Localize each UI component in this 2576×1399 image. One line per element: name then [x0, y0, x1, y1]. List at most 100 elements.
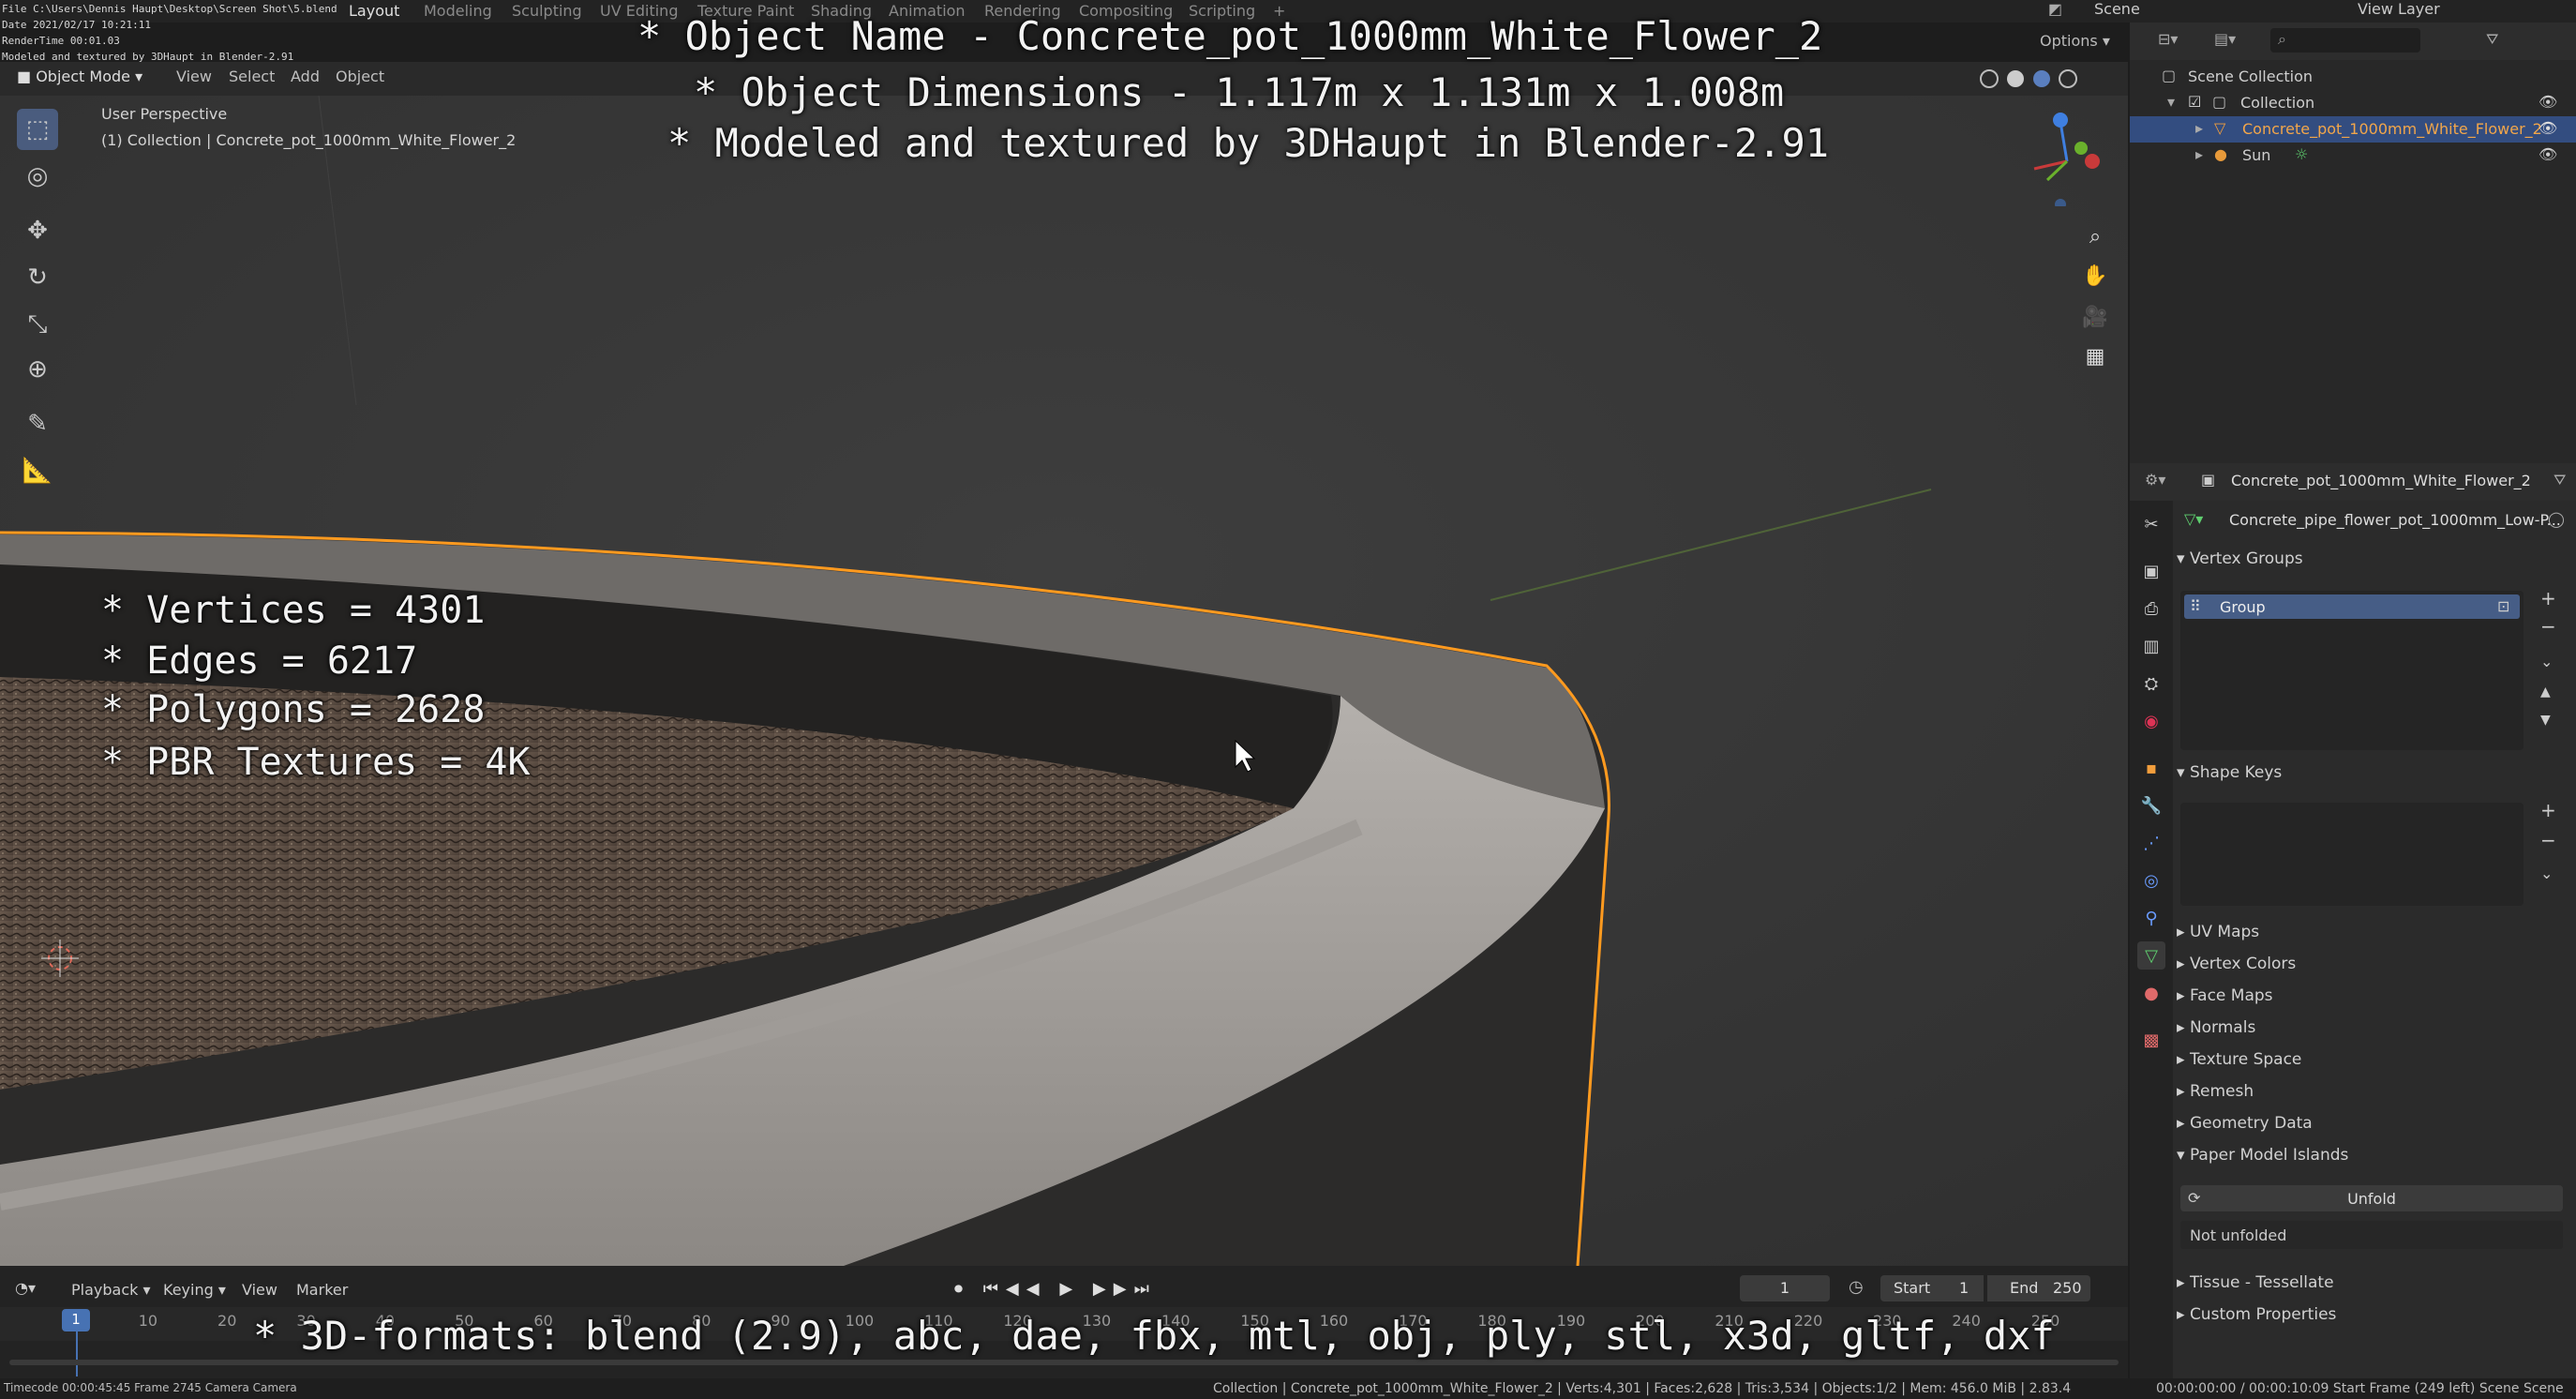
view-layer-selector[interactable]: View Layer	[2358, 0, 2440, 18]
scale-icon[interactable]: ⤡	[17, 304, 58, 345]
physics-tab-icon[interactable]: ◎	[2137, 866, 2165, 895]
playhead-line[interactable]	[76, 1331, 78, 1376]
visibility-eye-icon[interactable]: 👁	[2539, 145, 2557, 163]
keying-menu[interactable]: Keying ▾	[163, 1281, 226, 1299]
filter-icon[interactable]: ⛛	[2486, 30, 2498, 49]
shape-key-list[interactable]	[2180, 803, 2524, 906]
remove-shape-key-button[interactable]: −	[2540, 829, 2556, 851]
outliner-row-collection[interactable]: ▾ ☑ ▢ Collection 👁	[2130, 90, 2576, 116]
options-dropdown[interactable]: Options ▾	[2040, 32, 2110, 50]
properties-editor-icon[interactable]: ⚙▾	[2145, 471, 2165, 489]
section-geometry-data[interactable]: ▸ Geometry Data	[2177, 1114, 2313, 1133]
expand-arrow-icon[interactable]: ▾	[2167, 93, 2175, 111]
menu-select[interactable]: Select	[229, 68, 275, 85]
rotate-icon[interactable]: ↻	[17, 257, 58, 298]
outliner-search-input[interactable]: ⌕	[2270, 28, 2420, 53]
annotate-icon[interactable]: ✎	[17, 403, 58, 444]
shape-key-menu-icon[interactable]: ⌄	[2540, 865, 2553, 882]
playback-controls[interactable]: ⏺ ⏮◀◀ ▶ ▶▶⏭	[954, 1279, 1157, 1299]
outliner-row-object[interactable]: ▸ ▽ Concrete_pot_1000mm_White_Flower_2 👁	[2130, 116, 2576, 143]
section-texture-space[interactable]: ▸ Texture Space	[2177, 1050, 2301, 1069]
mesh-data-tab-icon[interactable]: ▽	[2137, 941, 2165, 970]
render-tab-icon[interactable]: ▣	[2137, 557, 2165, 585]
scene-selector[interactable]: Scene	[2094, 0, 2140, 18]
shading-buttons[interactable]	[1978, 68, 2119, 90]
visibility-eye-icon[interactable]: 👁	[2539, 119, 2557, 137]
timeline-scrollbar[interactable]	[9, 1360, 2119, 1365]
end-frame-field[interactable]: End 250	[1987, 1275, 2090, 1301]
constraints-tab-icon[interactable]: ⚲	[2137, 904, 2165, 932]
mesh-name-field[interactable]: Concrete_pipe_flower_pot_1000mm_Low-P...	[2229, 511, 2561, 529]
vertex-group-item[interactable]: ⠿ Group ⊡	[2184, 594, 2520, 619]
expand-arrow-icon[interactable]: ▸	[2195, 119, 2203, 137]
outliner-row-sun[interactable]: ▸ ● Sun ☼ 👁	[2130, 143, 2576, 169]
playback-menu[interactable]: Playback ▾	[71, 1281, 151, 1299]
section-vertex-colors[interactable]: ▸ Vertex Colors	[2177, 955, 2296, 973]
start-frame-field[interactable]: Start 1	[1880, 1275, 1984, 1301]
material-tab-icon[interactable]: ●	[2137, 979, 2165, 1007]
unfold-button[interactable]: ⟳ Unfold	[2180, 1185, 2563, 1211]
camera-view-icon[interactable]: 🎥	[2076, 298, 2114, 336]
workspace-tab-sculpting[interactable]: Sculpting	[512, 2, 582, 20]
mesh-datablock-row[interactable]: ▽▾ Concrete_pipe_flower_pot_1000mm_Low-P…	[2180, 506, 2570, 533]
menu-view[interactable]: View	[176, 68, 212, 85]
modifier-tab-icon[interactable]: 🔧	[2137, 791, 2165, 820]
fake-user-icon[interactable]: ◯	[2548, 510, 2565, 528]
status-left: Timecode 00:00:45:45 Frame 2745 Camera C…	[4, 1381, 297, 1394]
lock-icon[interactable]: ⊡	[2497, 597, 2509, 615]
expand-arrow-icon[interactable]: ▸	[2195, 145, 2203, 163]
move-up-icon[interactable]: ▲	[2540, 684, 2551, 700]
add-vertex-group-button[interactable]: +	[2540, 587, 2556, 609]
object-tab-icon[interactable]: ▪	[2137, 754, 2165, 782]
checkbox-icon[interactable]: ☑	[2188, 93, 2201, 111]
specials-menu-icon[interactable]: ⌄	[2540, 653, 2553, 670]
timeline-view-menu[interactable]: View	[242, 1281, 277, 1299]
cursor-icon[interactable]: ◎	[17, 156, 58, 197]
section-paper-model-islands[interactable]: ▾ Paper Model Islands	[2177, 1146, 2348, 1165]
current-frame-indicator[interactable]: 1	[62, 1309, 90, 1331]
section-tissue-tessellate[interactable]: ▸ Tissue - Tessellate	[2177, 1273, 2334, 1292]
navigation-gizmo[interactable]	[2015, 103, 2119, 210]
texture-tab-icon[interactable]: ▩	[2137, 1026, 2165, 1054]
move-down-icon[interactable]: ▼	[2540, 713, 2551, 728]
pin-icon[interactable]: ⛛	[2554, 471, 2566, 489]
collection-label: Collection	[2240, 94, 2315, 112]
transform-icon[interactable]: ⊕	[17, 349, 58, 390]
section-normals[interactable]: ▸ Normals	[2177, 1018, 2255, 1037]
outliner-row-scene-collection[interactable]: ▢ Scene Collection	[2130, 64, 2576, 90]
vertex-groups-header[interactable]: ▾ Vertex Groups	[2177, 549, 2303, 568]
visibility-eye-icon[interactable]: 👁	[2539, 93, 2557, 111]
current-frame-field[interactable]: 1	[1740, 1275, 1830, 1301]
object-mode-dropdown[interactable]: ■ Object Mode ▾	[17, 68, 142, 85]
section-remesh[interactable]: ▸ Remesh	[2177, 1082, 2254, 1101]
output-tab-icon[interactable]: ⎙	[2137, 594, 2165, 623]
outliner-editor-icon[interactable]: ⊟▾	[2158, 30, 2178, 48]
menu-add[interactable]: Add	[291, 68, 320, 85]
workspace-tab-modeling[interactable]: Modeling	[424, 2, 492, 20]
measure-icon[interactable]: 📐	[17, 450, 58, 491]
ortho-grid-icon[interactable]: ▦	[2076, 338, 2114, 375]
world-tab-icon[interactable]: ◉	[2137, 707, 2165, 735]
outliner-header: ⊟▾ ▤▾ ⌕ ⛛	[2130, 23, 2576, 60]
section-face-maps[interactable]: ▸ Face Maps	[2177, 986, 2273, 1005]
remove-vertex-group-button[interactable]: −	[2540, 615, 2556, 638]
select-box-icon[interactable]: ⬚	[17, 109, 58, 150]
section-custom-properties[interactable]: ▸ Custom Properties	[2177, 1305, 2336, 1324]
pan-hand-icon[interactable]: ✋	[2076, 257, 2114, 294]
timeline-editor-icon[interactable]: ◔▾	[15, 1279, 36, 1297]
menu-object[interactable]: Object	[336, 68, 384, 85]
scene-tab-icon[interactable]: ⛭	[2137, 669, 2165, 698]
clock-icon[interactable]: ◷	[1849, 1277, 1864, 1297]
scene-icon[interactable]: ◩	[2048, 0, 2076, 21]
zoom-icon[interactable]: ⌕	[2076, 218, 2114, 255]
overlay-edges: * Edges = 6217	[101, 639, 418, 683]
move-icon[interactable]: ✥	[17, 210, 58, 251]
section-uv-maps[interactable]: ▸ UV Maps	[2177, 923, 2259, 941]
particles-tab-icon[interactable]: ⋰	[2137, 829, 2165, 857]
marker-menu[interactable]: Marker	[296, 1281, 348, 1299]
view-layer-tab-icon[interactable]: ▥	[2137, 632, 2165, 660]
display-mode-icon[interactable]: ▤▾	[2214, 30, 2236, 48]
add-shape-key-button[interactable]: +	[2540, 799, 2556, 821]
tool-tab-icon[interactable]: ✂	[2137, 510, 2165, 538]
shape-keys-header[interactable]: ▾ Shape Keys	[2177, 763, 2282, 782]
